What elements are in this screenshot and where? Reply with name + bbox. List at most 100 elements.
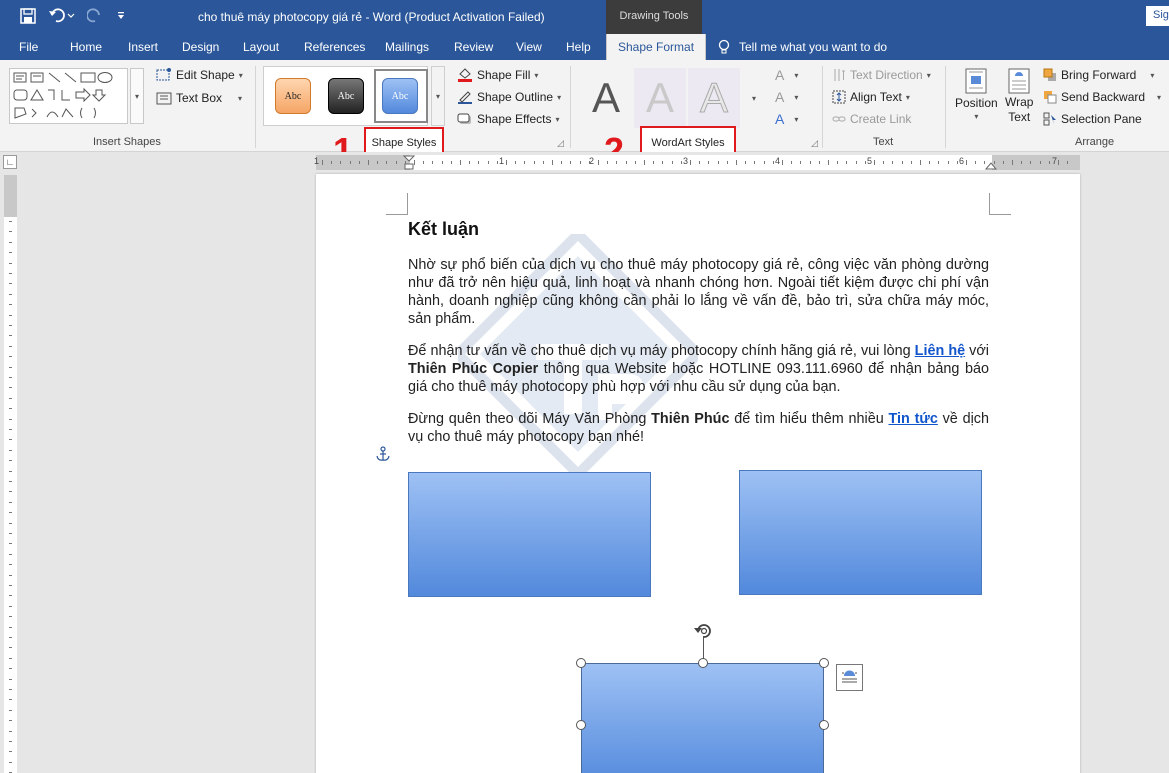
rectangle-shape-1[interactable] xyxy=(408,472,651,597)
tab-mailings[interactable]: Mailings xyxy=(385,40,429,54)
resize-handle-right[interactable] xyxy=(819,720,829,730)
tab-references[interactable]: References xyxy=(304,40,365,54)
align-text-button[interactable]: Align Text ▾ xyxy=(832,90,910,104)
ruler-tick xyxy=(9,262,12,264)
tell-me-search[interactable]: Tell me what you want to do xyxy=(718,39,887,55)
shape-outline-button[interactable]: Shape Outline ▾ xyxy=(457,90,561,104)
create-link-label: Create Link xyxy=(850,112,912,126)
anchor-icon[interactable] xyxy=(376,446,390,462)
ruler-tick xyxy=(975,161,977,164)
rectangle-shape-selected[interactable] xyxy=(581,663,824,773)
wordart-styles-gallery[interactable]: A A A xyxy=(580,68,740,128)
ruler-tick xyxy=(9,491,12,493)
wrap-text-button[interactable]: Wrap Text xyxy=(1005,68,1033,124)
shape-style-swatch-orange[interactable]: Abc xyxy=(275,78,311,114)
layout-options-button[interactable] xyxy=(836,664,863,691)
shapes-gallery-more-button[interactable]: ▾ xyxy=(130,68,144,124)
position-button[interactable]: Position ▾ xyxy=(955,68,998,121)
lightbulb-icon xyxy=(718,39,730,54)
tin-tuc-link[interactable]: Tin tức xyxy=(889,411,938,427)
drawing-tools-context-label: Drawing Tools xyxy=(606,0,702,34)
redo-icon[interactable] xyxy=(86,5,104,27)
horizontal-ruler[interactable]: 1 1 2 3 4 5 6 7 xyxy=(314,155,1080,170)
tab-review[interactable]: Review xyxy=(454,40,493,54)
ruler-tick xyxy=(662,161,664,164)
resize-handle-top-right[interactable] xyxy=(819,658,829,668)
right-indent-marker-icon[interactable] xyxy=(984,161,998,170)
shape-styles-more-button[interactable]: ▾ xyxy=(431,66,445,126)
selection-pane-button[interactable]: Selection Pane xyxy=(1043,112,1142,126)
lien-he-link[interactable]: Liên hệ xyxy=(915,343,965,359)
text-box-button[interactable]: Text Box ▾ xyxy=(156,91,242,105)
tab-home[interactable]: Home xyxy=(70,40,102,54)
group-divider xyxy=(570,66,571,148)
tab-shape-format[interactable]: Shape Format xyxy=(606,34,707,61)
tab-selector[interactable]: ∟ xyxy=(3,155,17,169)
top-margin-shading xyxy=(4,175,17,217)
shape-fill-button[interactable]: Shape Fill ▾ xyxy=(457,68,538,82)
vertical-ruler[interactable] xyxy=(4,175,17,773)
send-backward-button[interactable]: Send Backward ▾ xyxy=(1043,90,1161,104)
sign-in-button[interactable]: Sig xyxy=(1146,6,1169,26)
wordart-style-outline[interactable]: A xyxy=(688,68,740,128)
wordart-style-light[interactable]: A xyxy=(634,68,686,128)
ruler-tick xyxy=(9,699,12,701)
ruler-tick xyxy=(9,366,12,368)
save-icon[interactable] xyxy=(18,5,38,27)
ruler-tick xyxy=(791,161,793,164)
wordart-style-dark[interactable]: A xyxy=(580,68,632,128)
rotate-handle-icon[interactable] xyxy=(693,620,715,640)
tab-layout[interactable]: Layout xyxy=(243,40,279,54)
bring-forward-button[interactable]: Bring Forward ▾ xyxy=(1043,68,1154,82)
ruler-tick xyxy=(717,161,719,164)
text-fill-button[interactable]: A ▾ xyxy=(775,67,798,83)
text-run: Để nhận tư vấn về cho thuê dịch vụ máy p… xyxy=(408,343,915,359)
shape-styles-gallery[interactable]: Abc Abc Abc xyxy=(263,66,428,126)
ruler-tick xyxy=(9,543,12,545)
rectangle-shape-2[interactable] xyxy=(739,470,982,595)
ruler-tick xyxy=(855,161,857,164)
text-box-label: Text Box xyxy=(176,91,223,105)
ruler-tick xyxy=(901,161,903,164)
edit-shape-button[interactable]: Edit Shape ▾ xyxy=(156,68,243,82)
customize-qat-icon[interactable] xyxy=(114,5,128,27)
shape-style-swatch-black[interactable]: Abc xyxy=(328,78,364,114)
tab-help[interactable]: Help xyxy=(566,40,591,54)
word-window: cho thuê máy photocopy giá rẻ - Word (Pr… xyxy=(0,0,1169,773)
shape-style-swatch-blue[interactable]: Abc xyxy=(382,78,418,114)
ruler-tick xyxy=(9,460,12,462)
ruler-tick xyxy=(515,161,517,164)
resize-handle-left[interactable] xyxy=(576,720,586,730)
wordart-more-button[interactable]: ▾ xyxy=(747,68,761,128)
shape-styles-dialog-launcher-icon[interactable]: ◿ xyxy=(557,138,564,149)
document-page[interactable]: Kết luận Nhờ sự phổ biến của dịch vụ cho… xyxy=(316,174,1080,773)
shapes-gallery[interactable] xyxy=(9,68,128,124)
ruler-tick xyxy=(9,637,12,638)
resize-handle-top[interactable] xyxy=(698,658,708,668)
selection-pane-label: Selection Pane xyxy=(1061,112,1142,126)
ruler-tick xyxy=(726,161,728,164)
ruler-tick xyxy=(9,293,12,295)
ruler-tick xyxy=(423,161,425,164)
tab-insert[interactable]: Insert xyxy=(128,40,158,54)
horizontal-ruler-area: 1 1 2 3 4 5 6 7 xyxy=(0,152,1169,172)
ruler-tick xyxy=(754,161,756,164)
wordart-dialog-launcher-icon[interactable]: ◿ xyxy=(811,138,818,149)
tab-view[interactable]: View xyxy=(516,40,542,54)
margin-corner-mark xyxy=(989,193,1011,215)
create-link-button[interactable]: Create Link xyxy=(832,112,911,126)
ruler-number: 3 xyxy=(683,156,689,166)
ruler-tick xyxy=(809,161,811,164)
paragraph-1: Nhờ sự phổ biến của dịch vụ cho thuê máy… xyxy=(408,257,989,327)
undo-icon[interactable] xyxy=(46,5,78,27)
text-effects-button[interactable]: A ▾ xyxy=(775,111,798,127)
tell-me-label: Tell me what you want to do xyxy=(739,40,888,54)
text-direction-button[interactable]: Text Direction ▾ xyxy=(832,68,931,82)
shape-effects-button[interactable]: Shape Effects ▾ xyxy=(457,112,560,126)
resize-handle-top-left[interactable] xyxy=(576,658,586,668)
text-outline-button[interactable]: A ▾ xyxy=(775,89,798,105)
ribbon-tab-bar: File Home Insert Design Layout Reference… xyxy=(0,34,1169,61)
ruler-tick xyxy=(837,161,839,164)
tab-design[interactable]: Design xyxy=(182,40,219,54)
tab-file[interactable]: File xyxy=(19,40,38,54)
